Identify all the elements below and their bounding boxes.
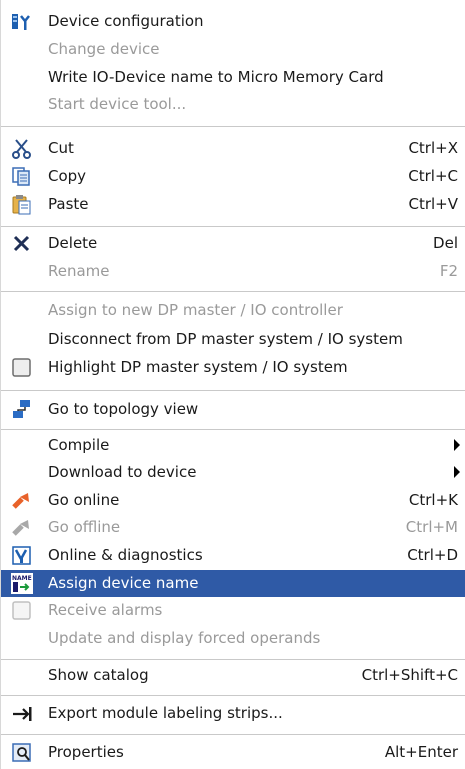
submenu-arrow-icon — [454, 466, 460, 478]
menu-item-assign-to-master: Assign to new DP master / IO controller — [1, 297, 465, 324]
properties-icon — [11, 742, 33, 763]
menu-item-label: Go online — [48, 491, 120, 509]
scissors-icon — [11, 138, 33, 159]
menu-item-label: Download to device — [48, 463, 197, 481]
context-menu: Device configuration Change device Write… — [0, 0, 465, 769]
menu-item-label: Write IO-Device name to Micro Memory Car… — [48, 68, 384, 86]
go-online-icon — [11, 490, 33, 511]
checkbox-icon — [11, 600, 33, 621]
menu-separator — [1, 659, 465, 660]
menu-item-show-catalog[interactable]: Show catalog Ctrl+Shift+C — [1, 662, 465, 689]
menu-item-label: Go offline — [48, 518, 121, 536]
menu-item-shortcut: F2 — [439, 262, 458, 280]
menu-item-rename: Rename F2 — [1, 258, 465, 285]
menu-item-go-offline: Go offline Ctrl+M — [1, 514, 465, 541]
menu-item-label: Start device tool... — [48, 95, 187, 113]
go-offline-icon — [11, 517, 33, 538]
topology-icon — [11, 399, 33, 420]
menu-item-label: Assign to new DP master / IO controller — [48, 301, 343, 319]
menu-item-label: Paste — [48, 195, 89, 213]
menu-item-paste[interactable]: Paste Ctrl+V — [1, 191, 465, 218]
svg-text:NAME: NAME — [12, 575, 32, 582]
menu-item-label: Cut — [48, 139, 74, 157]
menu-item-start-device-tool: Start device tool... — [1, 91, 465, 118]
menu-item-shortcut: Ctrl+X — [408, 139, 458, 157]
menu-item-properties[interactable]: Properties Alt+Enter — [1, 739, 465, 766]
menu-separator — [1, 126, 465, 127]
menu-item-online-diagnostics[interactable]: Online & diagnostics Ctrl+D — [1, 542, 465, 569]
menu-item-label: Device configuration — [48, 12, 204, 30]
menu-item-disconnect-master[interactable]: Disconnect from DP master system / IO sy… — [1, 326, 465, 353]
menu-item-label: Highlight DP master system / IO system — [48, 358, 348, 376]
menu-item-label: Disconnect from DP master system / IO sy… — [48, 330, 403, 348]
device-config-icon — [11, 11, 33, 32]
menu-separator — [1, 291, 465, 292]
menu-item-shortcut: Ctrl+K — [408, 491, 458, 509]
menu-item-highlight-master[interactable]: Highlight DP master system / IO system — [1, 354, 465, 381]
menu-item-label: Delete — [48, 234, 98, 252]
delete-x-icon — [11, 233, 33, 254]
submenu-arrow-icon — [454, 439, 460, 451]
menu-item-shortcut: Ctrl+Shift+C — [361, 666, 458, 684]
menu-item-download[interactable]: Download to device — [1, 459, 465, 486]
menu-item-cut[interactable]: Cut Ctrl+X — [1, 135, 465, 162]
menu-separator — [1, 734, 465, 735]
menu-item-shortcut: Ctrl+M — [405, 518, 458, 536]
menu-item-write-io-device-name[interactable]: Write IO-Device name to Micro Memory Car… — [1, 64, 465, 91]
menu-item-label: Update and display forced operands — [48, 629, 321, 647]
menu-item-label: Show catalog — [48, 666, 149, 684]
menu-item-label: Rename — [48, 262, 110, 280]
menu-item-label: Online & diagnostics — [48, 546, 203, 564]
menu-item-shortcut: Alt+Enter — [384, 743, 458, 761]
menu-item-device-configuration[interactable]: Device configuration — [1, 8, 465, 35]
menu-item-copy[interactable]: Copy Ctrl+C — [1, 163, 465, 190]
menu-item-delete[interactable]: Delete Del — [1, 230, 465, 257]
menu-item-change-device: Change device — [1, 36, 465, 63]
menu-item-compile[interactable]: Compile — [1, 432, 465, 459]
menu-item-label: Receive alarms — [48, 601, 163, 619]
paste-icon — [11, 194, 33, 215]
diagnostics-icon — [11, 545, 33, 566]
menu-item-shortcut: Ctrl+V — [408, 195, 458, 213]
menu-item-label: Compile — [48, 436, 110, 454]
menu-item-label: Properties — [48, 743, 124, 761]
menu-item-shortcut: Del — [433, 234, 458, 252]
menu-item-label: Go to topology view — [48, 400, 199, 418]
menu-item-go-online[interactable]: Go online Ctrl+K — [1, 487, 465, 514]
checkbox-icon — [11, 357, 33, 378]
menu-item-shortcut: Ctrl+D — [407, 546, 458, 564]
menu-item-label: Assign device name — [48, 574, 199, 592]
menu-item-label: Copy — [48, 167, 87, 185]
menu-item-assign-device-name[interactable]: NAME Assign device name — [1, 570, 465, 597]
menu-item-label: Change device — [48, 40, 160, 58]
menu-separator — [1, 390, 465, 391]
menu-item-go-topology[interactable]: Go to topology view — [1, 396, 465, 423]
menu-item-label: Export module labeling strips... — [48, 704, 283, 722]
export-arrow-icon — [11, 703, 33, 724]
menu-item-receive-alarms: Receive alarms — [1, 597, 465, 624]
menu-item-export-labels[interactable]: Export module labeling strips... — [1, 700, 465, 727]
copy-icon — [11, 166, 33, 187]
menu-item-update-forced: Update and display forced operands — [1, 625, 465, 652]
menu-item-shortcut: Ctrl+C — [408, 167, 458, 185]
name-assign-icon: NAME — [11, 573, 33, 594]
menu-separator — [1, 226, 465, 227]
menu-separator — [1, 429, 465, 430]
menu-separator — [1, 695, 465, 696]
